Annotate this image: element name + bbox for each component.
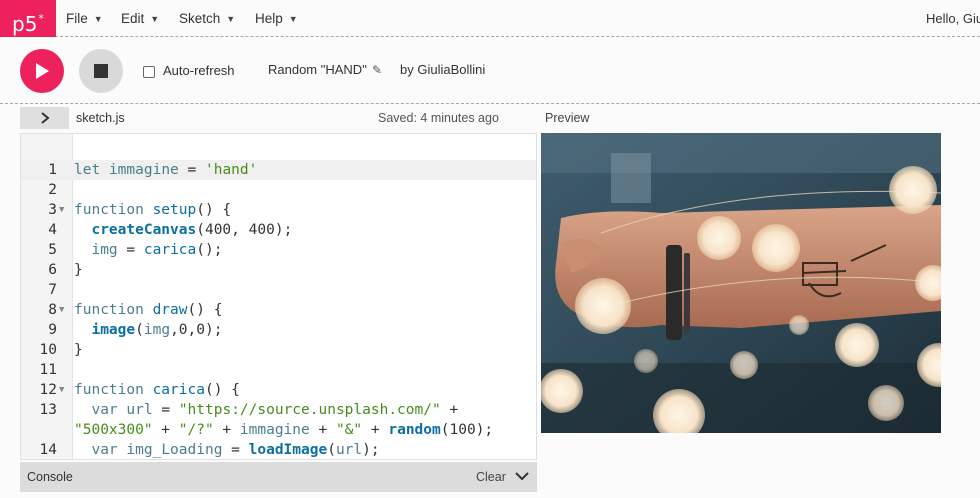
preview-image bbox=[541, 133, 941, 433]
code-line[interactable]: 12 ▼ function carica() { bbox=[21, 380, 536, 400]
menu-edit[interactable]: Edit ▼ bbox=[121, 0, 159, 37]
chevron-down-icon[interactable] bbox=[514, 468, 530, 484]
line-number: 6 bbox=[48, 262, 57, 278]
code-text: function draw() { bbox=[74, 302, 223, 318]
caret-down-icon: ▼ bbox=[93, 13, 103, 24]
author-byline[interactable]: by GiuliaBollini bbox=[400, 62, 485, 77]
play-button[interactable] bbox=[20, 49, 64, 93]
line-number: 1 bbox=[48, 162, 57, 178]
code-text: var img_Loading = loadImage(url); bbox=[91, 442, 380, 458]
fold-arrow-icon[interactable]: ▼ bbox=[59, 380, 64, 400]
code-line[interactable]: 6} bbox=[21, 260, 536, 280]
menu-help[interactable]: Help ▼ bbox=[255, 0, 298, 37]
file-name[interactable]: sketch.js bbox=[76, 111, 125, 125]
console-bar: Console Clear bbox=[20, 462, 537, 492]
line-number: 13 bbox=[39, 402, 57, 418]
line-number: 4 bbox=[48, 222, 57, 238]
chevron-right-icon bbox=[40, 112, 50, 124]
caret-down-icon: ▼ bbox=[226, 13, 236, 24]
code-text: function setup() { bbox=[74, 202, 232, 218]
caret-down-icon: ▼ bbox=[288, 13, 298, 24]
project-name[interactable]: Random "HAND" bbox=[268, 62, 367, 77]
line-number: 8 bbox=[48, 302, 57, 318]
code-line[interactable]: 1 let immagine = 'hand' bbox=[21, 160, 536, 180]
code-line[interactable]: 14 var img_Loading = loadImage(url); bbox=[21, 440, 536, 459]
stop-button[interactable] bbox=[79, 49, 123, 93]
code-line[interactable]: 13 var url = "https://source.unsplash.co… bbox=[21, 400, 536, 420]
fold-arrow-icon[interactable]: ▼ bbox=[59, 200, 64, 220]
code-text: function carica() { bbox=[74, 382, 240, 398]
preview-label: Preview bbox=[545, 111, 590, 125]
code-line[interactable]: 5 img = carica(); bbox=[21, 240, 536, 260]
stop-icon bbox=[94, 64, 108, 78]
line-number: 2 bbox=[48, 182, 57, 198]
user-greeting[interactable]: Hello, Giu bbox=[926, 0, 980, 37]
code-text: let immagine = 'hand' bbox=[74, 162, 258, 178]
code-line[interactable]: 7 bbox=[21, 280, 536, 300]
line-number: 3 bbox=[48, 202, 57, 218]
console-title: Console bbox=[27, 470, 73, 484]
sidebar-toggle-button[interactable] bbox=[20, 107, 69, 129]
code-line[interactable]: "500x300" + "/?" + immagine + "&" + rand… bbox=[21, 420, 536, 440]
auto-refresh-label[interactable]: Auto-refresh bbox=[163, 63, 235, 78]
auto-refresh-checkbox[interactable] bbox=[143, 66, 155, 78]
code-text: image(img,0,0); bbox=[91, 322, 223, 338]
code-text: } bbox=[74, 342, 83, 358]
code-line[interactable]: 9 image(img,0,0); bbox=[21, 320, 536, 340]
pencil-icon[interactable]: ✎ bbox=[372, 63, 382, 77]
line-number: 12 bbox=[39, 382, 57, 398]
code-editor[interactable]: 1 let immagine = 'hand' 2 3 ▼ function setup(… bbox=[20, 133, 537, 460]
code-line[interactable]: 2 bbox=[21, 180, 536, 200]
code-text: createCanvas(400, 400); bbox=[91, 222, 293, 238]
code-line[interactable]: 4 createCanvas(400, 400); bbox=[21, 220, 536, 240]
menu-sketch[interactable]: Sketch ▼ bbox=[179, 0, 235, 37]
code-text: "500x300" + "/?" + immagine + "&" + rand… bbox=[74, 422, 494, 438]
menu-file[interactable]: File ▼ bbox=[66, 0, 103, 37]
toolbar: Auto-refresh Random "HAND" ✎ by GiuliaBo… bbox=[0, 38, 980, 104]
saved-status: Saved: 4 minutes ago bbox=[378, 111, 499, 125]
top-nav: p5* File ▼ Edit ▼ Sketch ▼ Help ▼ Hello, Giu bbox=[0, 0, 980, 37]
code-text: var url = "https://source.unsplash.com/"… bbox=[91, 402, 459, 418]
preview-canvas[interactable] bbox=[541, 133, 941, 433]
line-number: 10 bbox=[39, 342, 57, 358]
fold-arrow-icon[interactable]: ▼ bbox=[59, 300, 64, 320]
code-text: } bbox=[74, 262, 83, 278]
play-icon bbox=[36, 63, 49, 79]
line-number: 14 bbox=[39, 442, 57, 458]
code-text: img = carica(); bbox=[91, 242, 223, 258]
line-number: 5 bbox=[48, 242, 57, 258]
caret-down-icon: ▼ bbox=[150, 13, 160, 24]
code-line[interactable]: 8 ▼ function draw() { bbox=[21, 300, 536, 320]
line-number: 9 bbox=[48, 322, 57, 338]
line-number: 11 bbox=[39, 362, 57, 378]
line-number: 7 bbox=[48, 282, 57, 298]
p5-logo[interactable]: p5* bbox=[0, 0, 56, 37]
code-line[interactable]: 3 ▼ function setup() { bbox=[21, 200, 536, 220]
console-clear-button[interactable]: Clear bbox=[476, 470, 506, 484]
code-line[interactable]: 11 bbox=[21, 360, 536, 380]
code-line[interactable]: 10} bbox=[21, 340, 536, 360]
